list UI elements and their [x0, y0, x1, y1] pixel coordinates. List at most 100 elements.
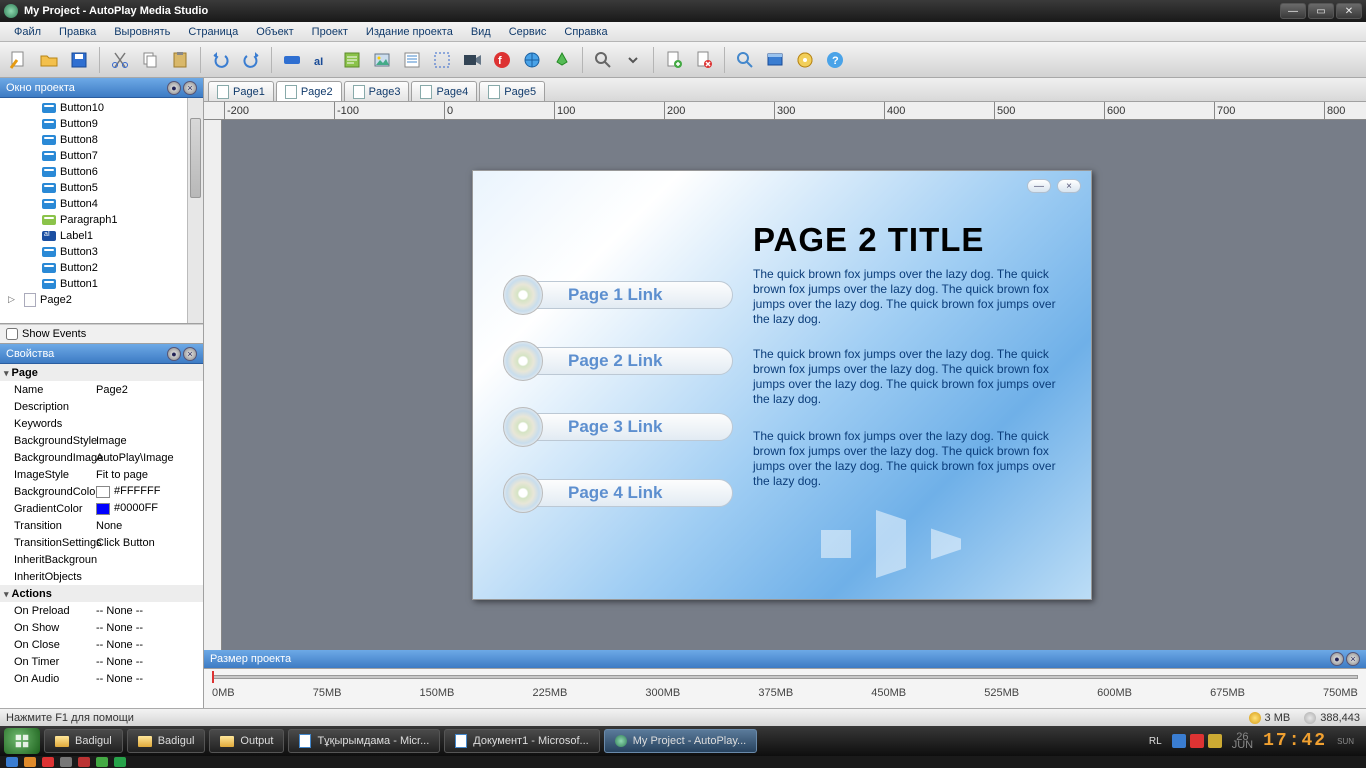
- page-tab[interactable]: Page1: [208, 81, 274, 101]
- property-row[interactable]: BackgroundColor#FFFFFF: [0, 483, 203, 500]
- design-paragraph[interactable]: The quick brown fox jumps over the lazy …: [753, 267, 1063, 327]
- property-value[interactable]: Click Button: [96, 537, 203, 549]
- tree-item[interactable]: Button7: [0, 148, 203, 164]
- tree-item[interactable]: Button10: [0, 100, 203, 116]
- new-project-button[interactable]: [6, 47, 32, 73]
- taskbar-item[interactable]: Документ1 - Microsof...: [444, 729, 599, 753]
- property-row[interactable]: On Preload-- None --: [0, 602, 203, 619]
- canvas[interactable]: — × PAGE 2 TITLE The quick brown fox jum…: [204, 120, 1366, 650]
- menu-edit[interactable]: Правка: [51, 24, 104, 40]
- property-value[interactable]: -- None --: [96, 639, 203, 651]
- property-value[interactable]: #0000FF: [96, 502, 203, 514]
- page-tab[interactable]: Page3: [344, 81, 410, 101]
- property-row[interactable]: On Show-- None --: [0, 619, 203, 636]
- property-row[interactable]: On Timer-- None --: [0, 653, 203, 670]
- tray-icon[interactable]: [1190, 734, 1204, 748]
- insert-video-button[interactable]: [459, 47, 485, 73]
- panel-pin-icon[interactable]: ●: [167, 347, 181, 361]
- zoom-button[interactable]: [590, 47, 616, 73]
- properties-grid[interactable]: PageNamePage2DescriptionKeywordsBackgrou…: [0, 364, 203, 708]
- tree-item[interactable]: Button6: [0, 164, 203, 180]
- build-button[interactable]: [792, 47, 818, 73]
- cut-button[interactable]: [107, 47, 133, 73]
- menu-project[interactable]: Проект: [304, 24, 356, 40]
- insert-flash-button[interactable]: f: [489, 47, 515, 73]
- menu-object[interactable]: Объект: [248, 24, 301, 40]
- property-row[interactable]: TransitionSettingsClick Button: [0, 534, 203, 551]
- menu-page[interactable]: Страница: [180, 24, 246, 40]
- property-group[interactable]: Page: [0, 364, 203, 381]
- taskbar-item[interactable]: Тұқырымдама - Micr...: [288, 729, 440, 753]
- open-button[interactable]: [36, 47, 62, 73]
- property-row[interactable]: TransitionNone: [0, 517, 203, 534]
- save-button[interactable]: [66, 47, 92, 73]
- tree-item[interactable]: Button3: [0, 244, 203, 260]
- property-value[interactable]: -- None --: [96, 656, 203, 668]
- tray-icon[interactable]: [1208, 734, 1222, 748]
- property-value[interactable]: -- None --: [96, 622, 203, 634]
- property-row[interactable]: On Close-- None --: [0, 636, 203, 653]
- redo-button[interactable]: [238, 47, 264, 73]
- panel-close-icon[interactable]: ×: [1346, 652, 1360, 666]
- tray-icons[interactable]: [1172, 734, 1222, 748]
- ql-icon[interactable]: [60, 757, 72, 767]
- start-button[interactable]: [4, 728, 40, 754]
- design-nav-button[interactable]: Page 4 Link: [503, 471, 733, 515]
- insert-hotspot-button[interactable]: [429, 47, 455, 73]
- panel-close-icon[interactable]: ×: [183, 347, 197, 361]
- help-button[interactable]: ?: [822, 47, 848, 73]
- tree-item[interactable]: Button4: [0, 196, 203, 212]
- design-paragraph[interactable]: The quick brown fox jumps over the lazy …: [753, 429, 1063, 489]
- tray-icon[interactable]: [1172, 734, 1186, 748]
- design-minimize-icon[interactable]: —: [1027, 179, 1051, 193]
- property-value[interactable]: Page2: [96, 384, 203, 396]
- preview-button[interactable]: [732, 47, 758, 73]
- property-value[interactable]: AutoPlay\Image: [96, 452, 203, 464]
- tree-item-page[interactable]: ▷Page2: [0, 292, 203, 308]
- property-group[interactable]: Actions: [0, 585, 203, 602]
- property-row[interactable]: BackgroundImageAutoPlay\Image: [0, 449, 203, 466]
- property-row[interactable]: Keywords: [0, 415, 203, 432]
- close-button[interactable]: ✕: [1336, 3, 1362, 19]
- show-events-input[interactable]: [6, 328, 18, 340]
- property-row[interactable]: GradientColor#0000FF: [0, 500, 203, 517]
- insert-listbox-button[interactable]: [399, 47, 425, 73]
- insert-web-button[interactable]: [519, 47, 545, 73]
- menu-align[interactable]: Выровнять: [106, 24, 178, 40]
- insert-image-button[interactable]: [369, 47, 395, 73]
- insert-label-button[interactable]: aI: [309, 47, 335, 73]
- menu-file[interactable]: Файл: [6, 24, 49, 40]
- tree-item[interactable]: Label1: [0, 228, 203, 244]
- property-value[interactable]: -- None --: [96, 673, 203, 685]
- design-nav-button[interactable]: Page 2 Link: [503, 339, 733, 383]
- property-row[interactable]: InheritObjects: [0, 568, 203, 585]
- taskbar-item[interactable]: Output: [209, 729, 284, 753]
- insert-plugin-button[interactable]: [549, 47, 575, 73]
- insert-paragraph-button[interactable]: [339, 47, 365, 73]
- design-title[interactable]: PAGE 2 TITLE: [753, 221, 984, 259]
- ql-icon[interactable]: [78, 757, 90, 767]
- tree-item[interactable]: Button1: [0, 276, 203, 292]
- page-add-button[interactable]: [661, 47, 687, 73]
- taskbar-item[interactable]: My Project - AutoPlay...: [604, 729, 758, 753]
- project-tree[interactable]: Button10Button9Button8Button7Button6Butt…: [0, 98, 203, 324]
- property-value[interactable]: #FFFFFF: [96, 485, 203, 497]
- tree-scrollbar[interactable]: [187, 98, 203, 323]
- page-tab[interactable]: Page2: [276, 81, 342, 101]
- design-close-icon[interactable]: ×: [1057, 179, 1081, 193]
- undo-button[interactable]: [208, 47, 234, 73]
- design-nav-button[interactable]: Page 1 Link: [503, 273, 733, 317]
- minimize-button[interactable]: —: [1280, 3, 1306, 19]
- property-row[interactable]: NamePage2: [0, 381, 203, 398]
- design-paragraph[interactable]: The quick brown fox jumps over the lazy …: [753, 347, 1063, 407]
- maximize-button[interactable]: ▭: [1308, 3, 1334, 19]
- property-row[interactable]: InheritBackgroun: [0, 551, 203, 568]
- property-row[interactable]: On Audio-- None --: [0, 670, 203, 687]
- page-tab[interactable]: Page5: [479, 81, 545, 101]
- ql-icon[interactable]: [6, 757, 18, 767]
- menu-help[interactable]: Справка: [556, 24, 615, 40]
- property-value[interactable]: Fit to page: [96, 469, 203, 481]
- ql-icon[interactable]: [114, 757, 126, 767]
- property-value[interactable]: -- None --: [96, 605, 203, 617]
- property-row[interactable]: BackgroundStyleImage: [0, 432, 203, 449]
